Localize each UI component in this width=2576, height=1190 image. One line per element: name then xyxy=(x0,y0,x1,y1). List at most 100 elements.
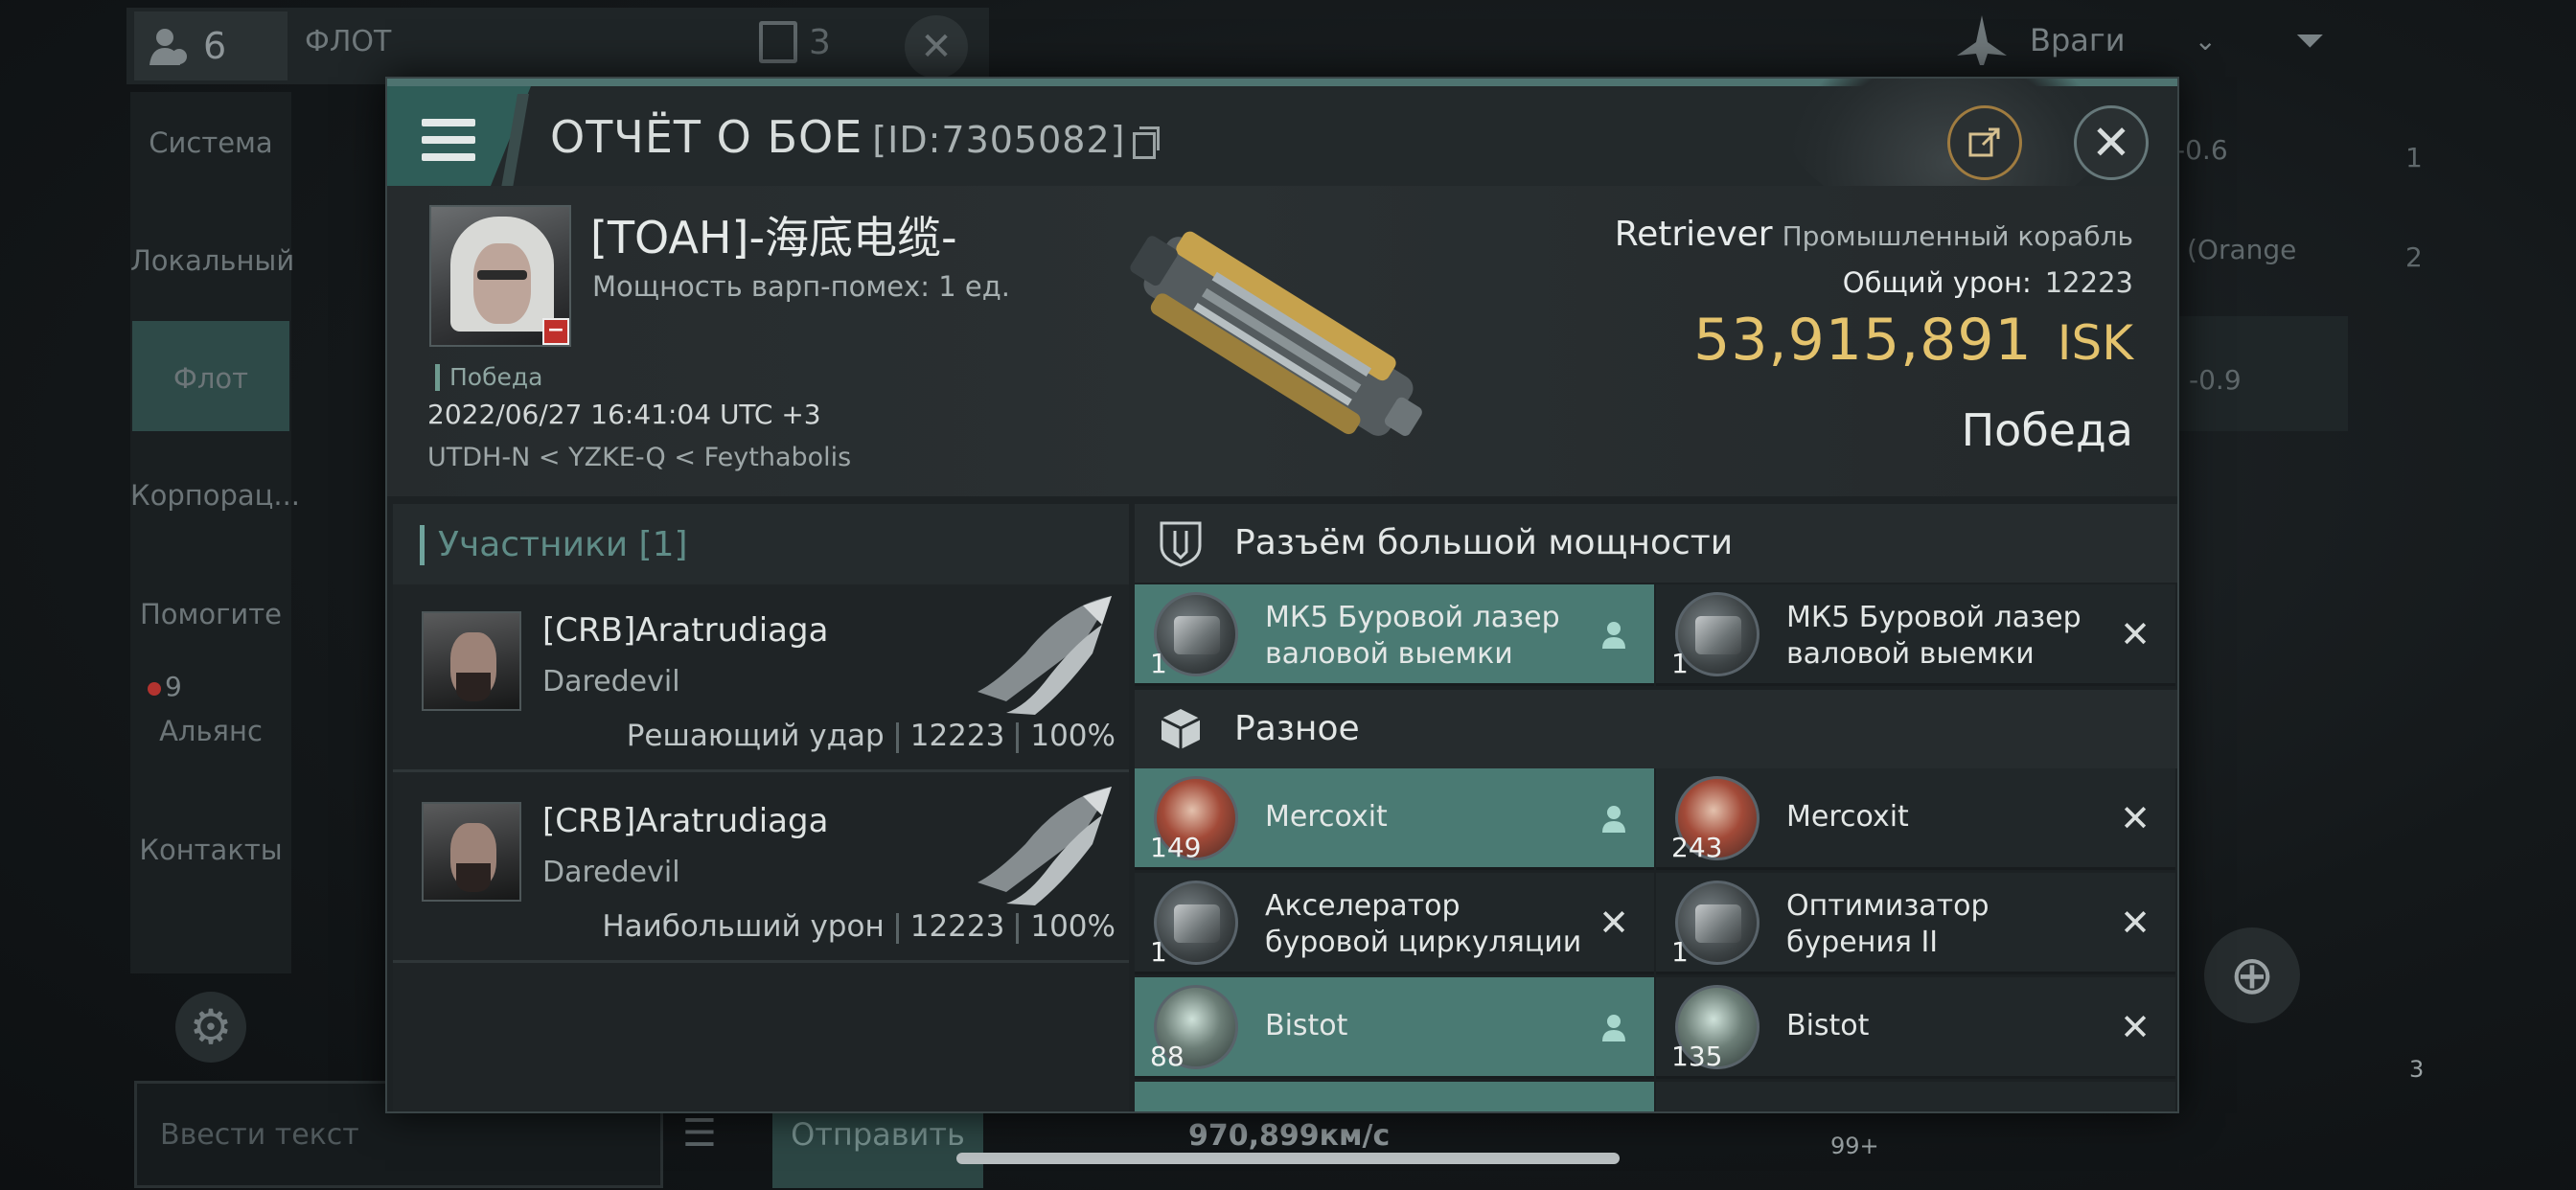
cube-icon xyxy=(1161,709,1201,749)
slot-quantity: 1 xyxy=(1150,936,1167,968)
copy-icon[interactable] xyxy=(1133,126,1161,159)
participants-title: Участники [1] xyxy=(420,525,688,565)
participant-name: [CRB]Aratrudiaga xyxy=(542,802,829,840)
shield-slot-icon xyxy=(1160,521,1202,567)
chat-bubble-icon xyxy=(759,21,797,63)
slot-quantity: 88 xyxy=(1150,1041,1184,1072)
drone-count-badge: 3 xyxy=(2409,1056,2425,1083)
cargo-slot-partial[interactable] xyxy=(1656,1082,2175,1111)
sidebar-item-system[interactable]: Система xyxy=(130,126,291,159)
slot-label: Оптимизатор бурения II xyxy=(1786,888,2103,961)
notif-badge: 99+ xyxy=(1830,1133,1879,1159)
slot-label-line2: бурения II xyxy=(1786,926,1939,959)
member-count[interactable]: 6 xyxy=(134,11,288,80)
misc-header: Разное xyxy=(1135,690,2177,768)
cargo-slot-partial[interactable] xyxy=(1135,1082,1654,1111)
participant-ship: Daredevil xyxy=(542,856,680,889)
report-summary: − Победа [TOAH]-海底电缆- Мощность варп-поме… xyxy=(387,186,2177,496)
add-module-button[interactable]: ⊕ xyxy=(2204,927,2300,1023)
slot-label-line1: Оптимизатор xyxy=(1786,889,1990,923)
list-icon[interactable]: ☰ xyxy=(682,1111,717,1156)
close-icon[interactable]: ✕ xyxy=(2074,105,2149,180)
cross-icon: ✕ xyxy=(2120,902,2150,944)
slot-label-line2: буровой циркуляции... xyxy=(1265,926,1581,959)
cargo-slot[interactable]: 88 Bistot xyxy=(1135,977,1654,1079)
right-count-2: 2 xyxy=(2405,241,2423,273)
sidebar-item-contacts[interactable]: Контакты xyxy=(130,834,291,866)
slot-label: Mercoxit xyxy=(1265,800,1388,834)
report-title: ОТЧЁТ О БОЕ [ID:7305082] xyxy=(550,111,1161,163)
cargo-slot[interactable]: 1 Оптимизатор бурения II ✕ xyxy=(1656,873,2175,974)
ship-render[interactable] xyxy=(1096,197,1460,475)
isk-amount: 53,915,891 xyxy=(1693,307,2033,374)
pilot-name[interactable]: [TOAH]-海底电缆- xyxy=(590,203,957,266)
ship-class: Промышленный корабль xyxy=(1782,220,2133,252)
module-slot[interactable]: 1 МК5 Буровой лазер валовой выемки xyxy=(1135,584,1654,686)
slot-quantity: 1 xyxy=(1671,936,1689,968)
sidebar-item-local[interactable]: Локальный xyxy=(130,244,294,277)
slot-quantity: 1 xyxy=(1671,648,1689,679)
filter-icon[interactable]: ⏷ xyxy=(2295,19,2324,62)
victory-tag: Победа xyxy=(435,364,543,391)
isk-unit: ISK xyxy=(2057,315,2133,371)
cross-icon: ✕ xyxy=(2120,1006,2150,1048)
participant-ship-icon xyxy=(978,596,1112,715)
cargo-slot[interactable]: 135 Bistot ✕ xyxy=(1656,977,2175,1079)
message-count[interactable]: 3 xyxy=(759,21,831,63)
report-location[interactable]: UTDH-N < YZKE-Q < Feythabolis xyxy=(427,443,851,472)
participants-panel: Участники [1] [CRB]Aratrudiaga Daredevil… xyxy=(393,504,1129,1111)
participant-avatar[interactable] xyxy=(422,802,521,902)
total-damage-label: Общий урон: xyxy=(1842,266,2032,299)
participant-percent: 100% xyxy=(1030,719,1116,753)
cargo-slot[interactable]: 243 Mercoxit ✕ xyxy=(1656,768,2175,870)
high-slot-title: Разъём большой мощности xyxy=(1234,523,1734,562)
slot-quantity: 135 xyxy=(1671,1041,1723,1072)
sidebar-item-fleet[interactable]: Флот xyxy=(130,362,291,395)
module-slot[interactable]: 1 МК5 Буровой лазер валовой выемки ✕ xyxy=(1656,584,2175,686)
isk-value: 53,915,891 ISK xyxy=(1693,307,2133,374)
high-slot-header: Разъём большой мощности xyxy=(1135,504,2177,583)
right-value-2: -0.9 xyxy=(2189,364,2242,396)
sidebar-item-alliance[interactable]: Альянс xyxy=(130,715,291,747)
share-icon[interactable] xyxy=(1947,105,2022,180)
battle-result: Победа xyxy=(1961,404,2133,456)
participant-ship: Daredevil xyxy=(542,665,680,698)
right-count-1: 1 xyxy=(2405,142,2423,173)
cross-icon: ✕ xyxy=(1598,902,1629,944)
ship-info[interactable]: Retriever Промышленный корабль xyxy=(1615,215,2133,254)
participant-avatar[interactable] xyxy=(422,611,521,711)
slot-quantity: 243 xyxy=(1671,832,1723,863)
report-title-text: ОТЧЁТ О БОЕ xyxy=(550,111,863,163)
home-indicator[interactable] xyxy=(956,1153,1620,1164)
cargo-slot[interactable]: 1 Акселератор буровой циркуляции... ✕ xyxy=(1135,873,1654,974)
slot-label: МК5 Буровой лазер валовой выемки xyxy=(1265,600,1581,673)
slot-label: Акселератор буровой циркуляции... xyxy=(1265,888,1581,961)
right-label-orange: (Orange xyxy=(2187,234,2297,265)
total-damage-value: 12223 xyxy=(2044,266,2133,299)
participant-ship-icon xyxy=(978,787,1112,905)
participant-row[interactable]: [CRB]Aratrudiaga Daredevil Наибольший ур… xyxy=(393,775,1129,963)
menu-icon[interactable] xyxy=(422,119,475,161)
gear-icon[interactable]: ⚙ xyxy=(175,992,246,1063)
cargo-slot[interactable]: 149 Mercoxit xyxy=(1135,768,1654,870)
sidebar-item-help[interactable]: Помогите xyxy=(130,598,291,630)
misc-title: Разное xyxy=(1234,709,1360,748)
slot-label: МК5 Буровой лазер валовой выемки xyxy=(1786,600,2103,673)
alliance-badge-count: 9 xyxy=(165,671,182,702)
battle-report-modal: ОТЧЁТ О БОЕ [ID:7305082] ✕ − Победа [TOAH… xyxy=(385,77,2179,1113)
report-header: ОТЧЁТ О БОЕ [ID:7305082] ✕ xyxy=(387,79,2177,220)
ship-name: Retriever xyxy=(1614,215,1773,254)
overview-filter[interactable]: Враги ⌄ ⏷ xyxy=(1955,13,2324,67)
slot-quantity: 149 xyxy=(1150,832,1202,863)
chat-close-button[interactable]: ✕ xyxy=(905,15,968,79)
cross-icon: ✕ xyxy=(2120,613,2150,655)
sidebar-item-corp[interactable]: Корпорац... xyxy=(130,479,300,512)
game-screen: 6 ФЛОТ 3 ✕ Система Локальный Флот Корпор… xyxy=(0,0,2576,1190)
enemies-label: Враги xyxy=(2030,22,2126,58)
slot-label-line1: Акселератор xyxy=(1265,889,1460,923)
person-icon xyxy=(1595,799,1633,837)
speed-readout: 970,899км/с xyxy=(1188,1119,1391,1153)
participant-name: [CRB]Aratrudiaga xyxy=(542,611,829,650)
report-datetime: 2022/06/27 16:41:04 UTC +3 xyxy=(427,399,821,430)
participant-row[interactable]: [CRB]Aratrudiaga Daredevil Решающий удар… xyxy=(393,584,1129,772)
